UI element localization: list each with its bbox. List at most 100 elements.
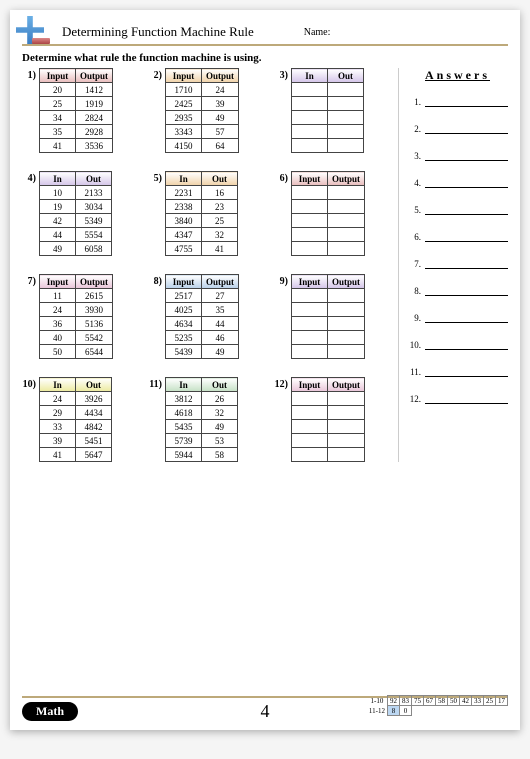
table-row: 405542 (40, 331, 113, 345)
table-cell: 2615 (76, 289, 113, 303)
table-row (292, 406, 365, 420)
answer-blank[interactable] (425, 230, 508, 242)
answer-blank[interactable] (425, 149, 508, 161)
table-cell: 16 (202, 186, 238, 200)
table-cell: 26 (202, 392, 238, 406)
table-row (292, 186, 365, 200)
answer-line: 5. (407, 203, 508, 215)
column-header: In (166, 172, 202, 186)
function-machine-table: InOut381226461832543549573953594458 (165, 377, 238, 462)
answer-blank[interactable] (425, 257, 508, 269)
answer-blank[interactable] (425, 203, 508, 215)
table-row: 461832 (166, 406, 238, 420)
problem-number: 5) (148, 171, 162, 184)
table-row: 395451 (40, 434, 112, 448)
table-row: 251727 (166, 289, 239, 303)
table-cell: 5136 (76, 317, 113, 331)
table-cell: 4434 (76, 406, 112, 420)
table-row: 434732 (166, 228, 238, 242)
table-cell: 2935 (166, 111, 202, 125)
problem: 4)InOut102133193034425349445554496058 (22, 171, 138, 256)
problem-number: 4) (22, 171, 36, 184)
table-cell: 20 (40, 83, 76, 97)
column-header: Out (76, 172, 112, 186)
problem-number: 11) (148, 377, 162, 390)
score-cell: 67 (424, 696, 436, 706)
answer-blank[interactable] (425, 392, 508, 404)
table-cell: 4634 (166, 317, 202, 331)
answer-line: 12. (407, 392, 508, 404)
table-cell (328, 228, 365, 242)
table-cell: 40 (40, 331, 76, 345)
table-cell: 4025 (166, 303, 202, 317)
problem-number: 9) (274, 274, 288, 287)
table-cell: 3536 (76, 139, 113, 153)
table-row: 171024 (166, 83, 239, 97)
table-cell: 34 (40, 111, 76, 125)
answers-column: Answers 1.2.3.4.5.6.7.8.9.10.11.12. (398, 68, 508, 462)
table-cell: 4150 (166, 139, 202, 153)
table-cell: 24 (40, 303, 76, 317)
table-cell (292, 331, 328, 345)
table-row: 243926 (40, 392, 112, 406)
answer-blank[interactable] (425, 365, 508, 377)
problem: 2)InputOutput171024242539293549334357415… (148, 68, 264, 153)
table-row: 112615 (40, 289, 113, 303)
answer-number: 12. (407, 394, 421, 404)
table-cell: 3812 (166, 392, 202, 406)
table-cell (292, 125, 328, 139)
table-cell: 5451 (76, 434, 112, 448)
page-title: Determining Function Machine Rule (62, 24, 254, 40)
answer-blank[interactable] (425, 284, 508, 296)
column-header: Out (202, 172, 238, 186)
answer-blank[interactable] (425, 176, 508, 188)
table-row: 425349 (40, 214, 112, 228)
table-row: 594458 (166, 448, 238, 462)
table-cell: 23 (202, 200, 238, 214)
table-row (292, 228, 365, 242)
column-header: Output (76, 275, 113, 289)
table-cell: 39 (40, 434, 76, 448)
answer-line: 7. (407, 257, 508, 269)
table-row: 342824 (40, 111, 113, 125)
answer-blank[interactable] (425, 122, 508, 134)
table-row: 294434 (40, 406, 112, 420)
table-cell: 3926 (76, 392, 112, 406)
answer-blank[interactable] (425, 311, 508, 323)
table-row (292, 392, 365, 406)
problems-grid: 1)InputOutput201412251919342824352928413… (22, 68, 390, 462)
table-cell: 49 (202, 111, 239, 125)
table-cell (292, 97, 328, 111)
table-row (292, 345, 365, 359)
table-cell: 3343 (166, 125, 202, 139)
table-row: 415064 (166, 139, 239, 153)
table-row: 243930 (40, 303, 113, 317)
table-cell: 32 (202, 228, 238, 242)
function-machine-table: InputOutput25172740253546344452354654394… (165, 274, 239, 359)
function-machine-table: InputOutput20141225191934282435292841353… (39, 68, 113, 153)
table-row: 543949 (166, 345, 239, 359)
score-cell: 25 (484, 696, 496, 706)
column-header: Input (292, 378, 328, 392)
score-cell: 17 (496, 696, 508, 706)
table-cell: 1710 (166, 83, 202, 97)
table-cell (328, 331, 365, 345)
answer-blank[interactable] (425, 95, 508, 107)
problem: 6)InputOutput (274, 171, 390, 256)
score-cell: 42 (460, 696, 472, 706)
minus-icon (32, 38, 50, 44)
function-machine-table: InOut (291, 68, 364, 153)
table-cell (292, 448, 328, 462)
table-row: 193034 (40, 200, 112, 214)
column-header: Input (166, 69, 202, 83)
table-cell: 2231 (166, 186, 202, 200)
answer-blank[interactable] (425, 338, 508, 350)
score-range-label: 11-12 (367, 706, 388, 716)
function-machine-table: InOut102133193034425349445554496058 (39, 171, 112, 256)
table-cell: 4618 (166, 406, 202, 420)
score-range-label: 1-10 (367, 696, 388, 706)
table-row: 413536 (40, 139, 113, 153)
score-cell: 8 (388, 706, 400, 716)
table-row (292, 434, 365, 448)
worksheet-page: Determining Function Machine Rule Name: … (10, 10, 520, 730)
